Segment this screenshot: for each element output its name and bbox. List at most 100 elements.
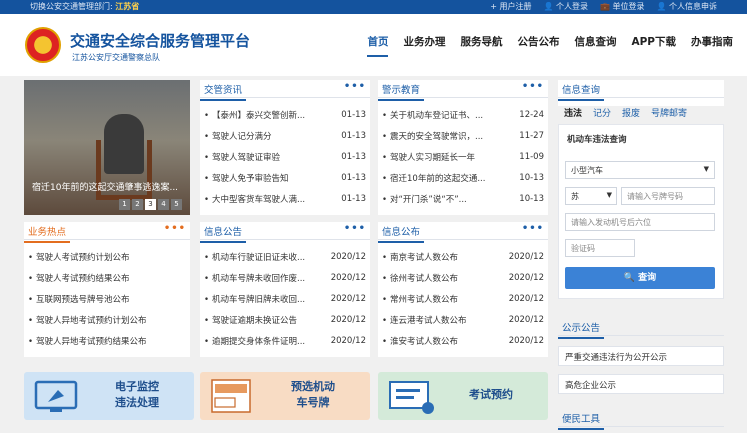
department-switcher[interactable]: 切换公安交通管理部门: 江苏省 bbox=[30, 1, 139, 12]
list-item[interactable]: 宿迁10年前的这起交通...10-13 bbox=[378, 167, 548, 188]
list-item[interactable]: 关于机动车登记证书、...12-24 bbox=[378, 104, 548, 125]
chevron-down-icon: ▼ bbox=[606, 191, 612, 199]
slider-page-1[interactable]: 1 bbox=[119, 199, 130, 210]
site-header: 交通安全综合服务管理平台 江苏公安厅交通警察总队 首页 业务办理 服务导航 公告… bbox=[0, 14, 747, 76]
query-button[interactable]: 🔍 查询 bbox=[565, 267, 715, 289]
slider-page-3[interactable]: 3 bbox=[145, 199, 156, 210]
list-item[interactable]: 连云港考试人数公布2020/12 bbox=[378, 309, 548, 330]
panel-title[interactable]: 警示教育 bbox=[378, 80, 425, 101]
exam-form-icon bbox=[389, 381, 434, 414]
more-icon[interactable]: ••• bbox=[164, 223, 186, 234]
panel-title[interactable]: 业务热点 bbox=[24, 222, 71, 243]
announce-item-violations[interactable]: 严重交通违法行为公开公示 bbox=[558, 346, 724, 366]
list-item[interactable]: 互联网预选号牌号池公布 bbox=[24, 288, 190, 309]
tile-label: 预选机动 车号牌 bbox=[291, 380, 335, 409]
vehicle-type-select[interactable]: 小型汽车 ▼ bbox=[565, 161, 715, 179]
panel-title[interactable]: 公示公告 bbox=[558, 318, 605, 339]
list-item[interactable]: 南京考试人数公布2020/12 bbox=[378, 246, 548, 267]
list-item[interactable]: 驾驶人记分满分01-13 bbox=[200, 125, 370, 146]
list-item[interactable]: 驾驶人考试预约计划公布 bbox=[24, 246, 190, 267]
panel-title[interactable]: 交管资讯 bbox=[200, 80, 247, 101]
traffic-news-panel: 交管资讯 ••• 【泰州】泰兴交警创新...01-13 驾驶人记分满分01-13… bbox=[200, 80, 370, 215]
tools-header: 便民工具 bbox=[558, 409, 724, 431]
more-icon[interactable]: ••• bbox=[344, 223, 366, 234]
list-item[interactable]: 常州考试人数公布2020/12 bbox=[378, 288, 548, 309]
nav-announcements[interactable]: 公告公布 bbox=[517, 34, 559, 57]
more-icon[interactable]: ••• bbox=[522, 223, 544, 234]
engine-number-input[interactable]: 请输入发动机号后六位 bbox=[565, 213, 715, 231]
list-item[interactable]: 徐州考试人数公布2020/12 bbox=[378, 267, 548, 288]
list-item[interactable]: 大中型客货车驾驶人满...01-13 bbox=[200, 188, 370, 209]
panel-header: 信息查询 bbox=[558, 80, 724, 101]
panel-header: 信息公布 ••• bbox=[378, 222, 548, 243]
plate-preselect-tile[interactable]: 预选机动 车号牌 bbox=[200, 372, 370, 420]
slider-pagination: 1 2 3 4 5 bbox=[119, 199, 182, 210]
list-item[interactable]: 驾驶人免予审验告知01-13 bbox=[200, 167, 370, 188]
panel-title[interactable]: 信息公布 bbox=[378, 222, 425, 243]
plate-number-input[interactable]: 请输入号牌号码 bbox=[621, 187, 715, 205]
nav-home[interactable]: 首页 bbox=[367, 34, 389, 57]
panel-header: 信息公告 ••• bbox=[200, 222, 370, 243]
slider-image-person bbox=[104, 114, 144, 174]
site-subtitle: 江苏公安厅交通警察总队 bbox=[72, 53, 160, 62]
news-list: 机动车行驶证旧证未收...2020/12 机动车号牌未收回作废...2020/1… bbox=[200, 246, 370, 351]
license-plate-icon bbox=[211, 379, 251, 413]
news-list: 驾驶人考试预约计划公布 驾驶人考试预约结果公布 互联网预选号牌号池公布 驾驶人异… bbox=[24, 246, 190, 351]
list-item[interactable]: 驾驶人异地考试预约计划公布 bbox=[24, 309, 190, 330]
search-icon: 🔍 bbox=[623, 273, 636, 283]
province-select[interactable]: 苏 ▼ bbox=[565, 187, 617, 205]
site-title: 交通安全综合服务管理平台 bbox=[70, 32, 251, 50]
form-subtitle: 机动车违法查询 bbox=[567, 135, 627, 145]
personal-login-link[interactable]: 👤 个人登录 bbox=[543, 1, 588, 12]
list-item[interactable]: 【泰州】泰兴交警创新...01-13 bbox=[200, 104, 370, 125]
tab-violation[interactable]: 违法 bbox=[564, 106, 582, 124]
panel-title[interactable]: 信息公告 bbox=[200, 222, 247, 243]
nav-service-guide[interactable]: 服务导航 bbox=[460, 34, 502, 57]
panel-title: 信息查询 bbox=[558, 80, 605, 101]
panel-header: 便民工具 bbox=[558, 409, 724, 430]
list-item[interactable]: 机动车行驶证旧证未收...2020/12 bbox=[200, 246, 370, 267]
violation-query-form: 机动车违法查询 小型汽车 ▼ 苏 ▼ 请输入号牌号码 请输入发动机号后六位 验证… bbox=[558, 124, 724, 299]
nav-guide[interactable]: 办事指南 bbox=[691, 34, 733, 57]
department-prefix: 切换公安交通管理部门: bbox=[30, 2, 113, 11]
list-item[interactable]: 对“开门杀”说“不”...10-13 bbox=[378, 188, 548, 209]
captcha-input[interactable]: 验证码 bbox=[565, 239, 635, 257]
list-item[interactable]: 驾驶人考试预约结果公布 bbox=[24, 267, 190, 288]
list-item[interactable]: 驾驶证逾期未换证公告2020/12 bbox=[200, 309, 370, 330]
list-item[interactable]: 逾期提交身体条件证明...2020/12 bbox=[200, 330, 370, 351]
tab-points[interactable]: 记分 bbox=[593, 106, 611, 124]
nav-business[interactable]: 业务办理 bbox=[403, 34, 445, 57]
tab-plate-mail[interactable]: 号牌邮寄 bbox=[651, 106, 687, 124]
announce-header: 公示公告 bbox=[558, 318, 724, 340]
news-slider[interactable]: 宿迁10年前的这起交通肇事逃逸案... 1 2 3 4 5 bbox=[24, 80, 190, 215]
company-login-link[interactable]: 💼 单位登录 bbox=[600, 1, 645, 12]
news-list: 南京考试人数公布2020/12 徐州考试人数公布2020/12 常州考试人数公布… bbox=[378, 246, 548, 351]
tile-label: 电子监控 违法处理 bbox=[115, 380, 159, 409]
e-monitor-tile[interactable]: 电子监控 违法处理 bbox=[24, 372, 194, 420]
query-tabs: 违法 记分 报废 号牌邮寄 bbox=[558, 106, 724, 124]
list-item[interactable]: 震天的安全驾驶常识，...11-27 bbox=[378, 125, 548, 146]
nav-app-download[interactable]: APP下载 bbox=[631, 34, 676, 57]
announce-item-risk-companies[interactable]: 高危企业公示 bbox=[558, 374, 724, 394]
tab-scrap[interactable]: 报废 bbox=[622, 106, 640, 124]
slider-page-5[interactable]: 5 bbox=[171, 199, 182, 210]
list-item[interactable]: 淮安考试人数公布2020/12 bbox=[378, 330, 548, 351]
info-publish-panel: 信息公布 ••• 南京考试人数公布2020/12 徐州考试人数公布2020/12… bbox=[378, 222, 548, 357]
register-link[interactable]: + 用户注册 bbox=[490, 1, 531, 12]
slider-caption[interactable]: 宿迁10年前的这起交通肇事逃逸案... bbox=[24, 180, 190, 193]
list-item[interactable]: 机动车号牌旧牌未收回...2020/12 bbox=[200, 288, 370, 309]
list-item[interactable]: 驾驶人实习期延长一年11-09 bbox=[378, 146, 548, 167]
slider-page-2[interactable]: 2 bbox=[132, 199, 143, 210]
slider-page-4[interactable]: 4 bbox=[158, 199, 169, 210]
exam-booking-tile[interactable]: 考试预约 bbox=[378, 372, 548, 420]
nav-info-query[interactable]: 信息查询 bbox=[574, 34, 616, 57]
list-item[interactable]: 驾驶人驾驶证审验01-13 bbox=[200, 146, 370, 167]
appeal-link[interactable]: 👤 个人信息申诉 bbox=[656, 1, 717, 12]
list-item[interactable]: 机动车号牌未收回作废...2020/12 bbox=[200, 267, 370, 288]
more-icon[interactable]: ••• bbox=[522, 81, 544, 92]
department-value[interactable]: 江苏省 bbox=[115, 2, 139, 11]
more-icon[interactable]: ••• bbox=[344, 81, 366, 92]
list-item[interactable]: 驾驶人异地考试预约结果公布 bbox=[24, 330, 190, 351]
info-notice-panel: 信息公告 ••• 机动车行驶证旧证未收...2020/12 机动车号牌未收回作废… bbox=[200, 222, 370, 357]
panel-title[interactable]: 便民工具 bbox=[558, 409, 605, 430]
